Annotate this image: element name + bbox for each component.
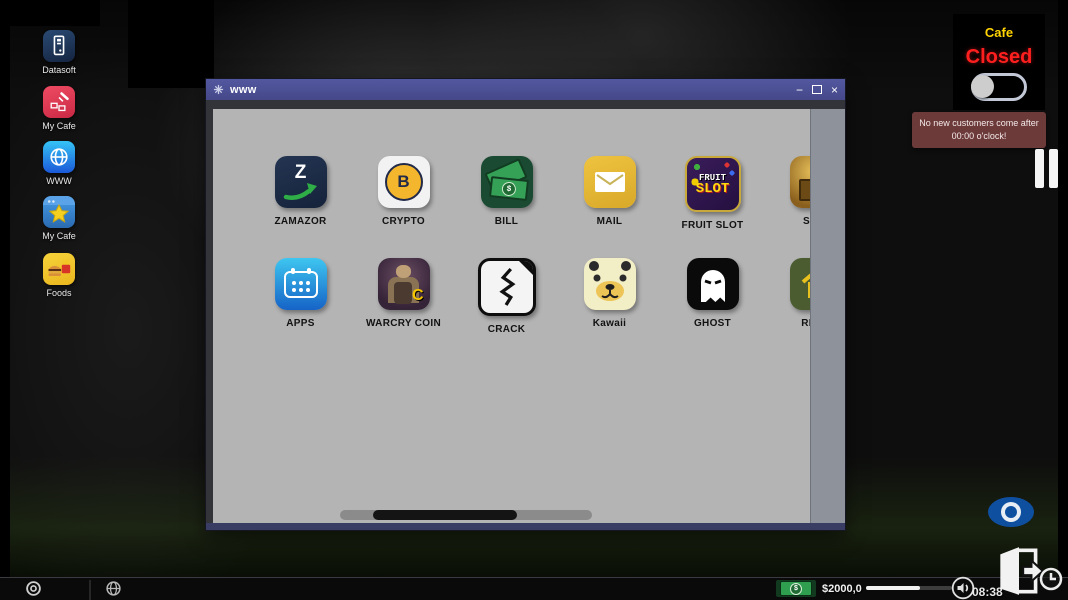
window-content-panel: Z ZAMAZOR B CRYPTO [213, 109, 845, 523]
target-icon[interactable] [25, 580, 42, 597]
desktop-icon-www[interactable]: WWW [31, 141, 87, 186]
app-label: ZAMAZOR [274, 216, 326, 227]
cafe-status-panel: Cafe Closed [953, 14, 1045, 110]
desktop-icon-datasoft[interactable]: Datasoft [31, 30, 87, 75]
minimize-button[interactable]: − [796, 85, 803, 95]
clock-icon [1038, 566, 1064, 597]
green-arrow-icon [283, 182, 319, 202]
app-warcry-coin[interactable]: C WARCRY COIN [352, 258, 455, 335]
zamazor-letter: Z [295, 164, 307, 182]
cracked-page-icon [478, 258, 536, 316]
window-bottom-edge [206, 523, 845, 530]
desktop-icon-label: My Cafe [31, 231, 87, 241]
network-globe-icon[interactable] [105, 580, 122, 597]
bg-block [0, 0, 10, 600]
globe-icon [43, 141, 75, 173]
close-button[interactable]: × [831, 85, 838, 95]
window-titlebar[interactable]: www − × [206, 79, 845, 100]
eye-icon [1001, 502, 1021, 522]
desktop-icon-label: WWW [31, 176, 87, 186]
app-zamazor[interactable]: Z ZAMAZOR [249, 156, 352, 231]
maximize-button[interactable] [812, 85, 822, 94]
app-crypto[interactable]: B CRYPTO [352, 156, 455, 231]
burger-fries-icon [43, 253, 75, 285]
fruit-slot-icon: FRUIT SLOT [685, 156, 741, 212]
horizontal-scrollbar[interactable] [340, 510, 592, 520]
coin-c-letter: C [412, 287, 424, 305]
dollar-symbol: $ [790, 583, 802, 595]
divider [89, 580, 91, 600]
pc-tower-icon [43, 30, 75, 62]
money-bills-icon: $ [481, 156, 533, 208]
bg-block [0, 0, 100, 26]
app-label: Kawaii [593, 318, 626, 329]
app-label: FRUIT SLOT [682, 220, 744, 231]
bg-block [128, 0, 214, 88]
desktop-icon-foods[interactable]: Foods [31, 253, 87, 298]
app-crack[interactable]: CRACK [455, 258, 558, 335]
desktop-icon-label: Datasoft [31, 65, 87, 75]
coin-letter: B [385, 163, 423, 201]
tooltip-line1: No new customers come after [915, 117, 1043, 130]
app-fruit-slot[interactable]: FRUIT SLOT FRUIT SLOT [661, 156, 764, 231]
app-label: APPS [286, 318, 314, 329]
cafe-open-toggle[interactable] [971, 73, 1027, 101]
volume-fill [866, 586, 920, 590]
app-kawaii[interactable]: Kawaii [558, 258, 661, 335]
window-titlebar-icon [213, 84, 224, 95]
game-screen: Datasoft My Cafe WWW My Cafe Foods www − [0, 0, 1068, 600]
money-badge: $ [776, 580, 816, 597]
bear-face-icon [584, 258, 636, 310]
money-amount: $2000,0 [822, 583, 862, 595]
ghost-icon [687, 258, 739, 310]
dollar-bill-icon: $ [780, 581, 812, 596]
app-label: CRACK [488, 324, 526, 335]
window-right-edge [810, 109, 845, 523]
eye-view-button[interactable] [988, 497, 1034, 527]
scrollbar-thumb[interactable] [373, 510, 517, 520]
app-apps[interactable]: APPS [249, 258, 352, 335]
customer-tooltip: No new customers come after 00:00 o'cloc… [912, 112, 1046, 148]
bitcoin-icon: B [378, 156, 430, 208]
calendar-grid-icon [275, 258, 327, 310]
app-label: CRYPTO [382, 216, 425, 227]
www-window: www − × Z ZAMAZOR [206, 79, 845, 530]
app-label: BILL [495, 216, 518, 227]
app-bill[interactable]: $ BILL [455, 156, 558, 231]
window-body: Z ZAMAZOR B CRYPTO [206, 100, 845, 530]
desktop-icon-mycafe-star[interactable]: My Cafe [31, 196, 87, 241]
envelope-icon [584, 156, 636, 208]
window-title: www [230, 84, 257, 96]
app-label: WARCRY COIN [366, 318, 441, 329]
fruit-slot-icon-text-bottom: SLOT [696, 183, 730, 196]
volume-slider[interactable] [866, 586, 952, 590]
desktop-icon-label: Foods [31, 288, 87, 298]
app-mail[interactable]: MAIL [558, 156, 661, 231]
orc-character-icon: C [378, 258, 430, 310]
desktop-icon-label: My Cafe [31, 121, 87, 131]
exit-door-icon [994, 543, 1044, 599]
tooltip-line2: 00:00 o'clock! [915, 130, 1043, 143]
screwdriver-icon [43, 86, 75, 118]
app-grid: Z ZAMAZOR B CRYPTO [249, 156, 845, 335]
cafe-status-text: Closed [966, 46, 1033, 69]
exit-door-button[interactable] [994, 543, 1044, 600]
app-label: GHOST [694, 318, 731, 329]
bg-block [1058, 0, 1068, 600]
toggle-knob[interactable] [971, 75, 994, 98]
desktop-icon-mycafe-tools[interactable]: My Cafe [31, 86, 87, 131]
star-window-icon [43, 196, 75, 228]
zamazor-icon: Z [275, 156, 327, 208]
pause-button[interactable] [1035, 149, 1058, 188]
app-label: MAIL [597, 216, 623, 227]
cafe-panel-title: Cafe [985, 25, 1013, 40]
app-ghost[interactable]: GHOST [661, 258, 764, 335]
